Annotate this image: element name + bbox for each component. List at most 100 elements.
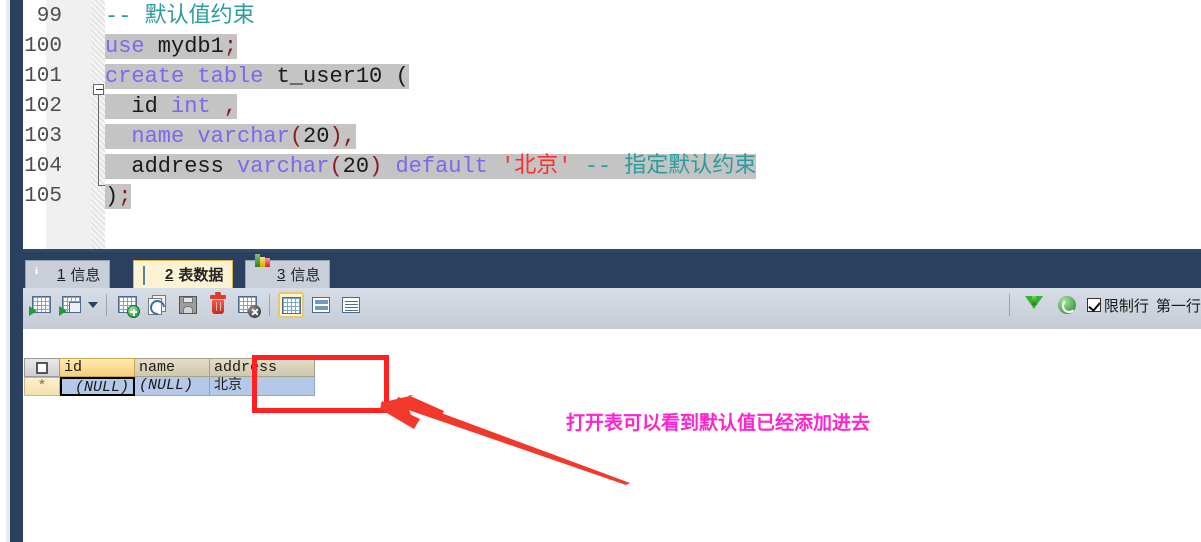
code-token: ) (105, 184, 119, 209)
discard-changes-button[interactable] (235, 292, 261, 318)
filter-button[interactable] (1021, 292, 1047, 318)
code-token: ) (329, 124, 343, 149)
code-token: -- 默认值约束 (105, 4, 255, 29)
refresh-icon (1057, 296, 1076, 314)
result-tab-strip[interactable]: 1 信息 2 表数据 3 信息 (23, 254, 1201, 288)
code-token: t_user10 ( (263, 64, 409, 89)
line-number: 102 (24, 95, 62, 118)
code-lines[interactable]: 99 -- 默认值约束 100 use mydb1; 101 create table t… (23, 0, 1201, 249)
fold-range-line (98, 95, 99, 185)
code-token: 20 (303, 124, 330, 149)
tab-label: 表数据 (178, 267, 224, 284)
editor-bottom-border (23, 249, 1201, 258)
code-token: default (395, 154, 488, 179)
code-text[interactable]: id int , (105, 92, 238, 122)
fold-range-end (98, 185, 105, 186)
limit-rows-label: 限制行 (1103, 297, 1149, 315)
tab-label: 信息 (70, 267, 101, 284)
add-record-button[interactable] (115, 292, 141, 318)
code-text[interactable]: ); (105, 182, 132, 212)
code-token: name (105, 124, 198, 149)
code-token: ; (223, 34, 238, 59)
first-row-label: 第一行: (1155, 297, 1201, 315)
tab-label: 信息 (290, 267, 321, 284)
save-record-button[interactable] (175, 292, 201, 318)
code-token: varchar (197, 124, 290, 149)
code-token: int (171, 94, 211, 119)
green-arrow-icon (59, 306, 67, 316)
code-token: ) (369, 154, 383, 179)
trash-lid (210, 292, 226, 299)
code-token (382, 154, 396, 179)
tab-accelerator: 1 (57, 266, 66, 283)
result-toolbar[interactable]: 限制行 第一行: (23, 288, 1201, 330)
code-token: ( (329, 154, 343, 179)
toolbar-separator (106, 294, 107, 316)
code-token: -- 指定默认约束 (571, 154, 757, 179)
funnel-filter-icon (1024, 296, 1043, 309)
green-arrow-icon (29, 306, 37, 316)
grid-view-icon (282, 297, 301, 314)
row-marker[interactable]: * (24, 377, 60, 396)
code-text[interactable]: address varchar(20) default '北京' -- 指定默认… (105, 152, 757, 182)
view-text-button[interactable] (338, 292, 364, 318)
tab-信息-3[interactable]: 3 信息 (245, 254, 331, 288)
grid-insert-record-button[interactable] (29, 292, 55, 318)
chevron-down-icon[interactable] (88, 302, 98, 308)
code-token: , (223, 94, 238, 119)
toolbar-separator (1008, 294, 1010, 316)
annotation-note: 打开表可以看到默认值已经添加进去 (566, 412, 871, 434)
code-token: varchar (237, 154, 330, 179)
toolbar-right-group[interactable]: 限制行 第一行: (1005, 292, 1201, 318)
cell-id[interactable]: (NULL) (60, 377, 135, 396)
line-number: 100 (24, 35, 62, 58)
sql-editor[interactable]: 99 -- 默认值约束 100 use mydb1; 101 create table t… (23, 0, 1201, 249)
code-token: ; (118, 184, 132, 209)
line-number: 99 (36, 5, 62, 28)
code-token: ( (289, 124, 304, 149)
line-number: 104 (24, 155, 62, 178)
code-token (210, 94, 224, 119)
code-text[interactable]: create table t_user10 ( (105, 62, 409, 92)
tab-accelerator: 2 (165, 266, 174, 283)
toolbar-left-group[interactable] (29, 292, 364, 319)
fold-collapse-icon[interactable] (93, 84, 104, 95)
line-number: 105 (24, 185, 62, 208)
refresh-button[interactable] (1054, 292, 1080, 318)
toolbar-separator (269, 294, 270, 316)
select-all-cell[interactable] (24, 358, 60, 377)
code-token: use (105, 34, 145, 59)
duplicate-record-button[interactable] (145, 292, 171, 319)
code-token: id (105, 94, 172, 119)
line-number: 101 (24, 65, 62, 88)
grid-open-form-button[interactable] (59, 292, 85, 318)
tab-信息-1[interactable]: 1 信息 (25, 260, 111, 288)
code-token: 20 (342, 154, 370, 179)
view-form-button[interactable] (308, 292, 334, 318)
tab-表数据-2[interactable]: 2 表数据 (133, 260, 234, 288)
tab-accelerator: 3 (277, 266, 286, 283)
code-text[interactable]: -- 默认值约束 (105, 2, 255, 32)
profile-chart-icon (255, 254, 272, 282)
form-view-icon (312, 297, 330, 313)
text-view-icon (342, 297, 360, 313)
checkbox-checked-icon[interactable] (1086, 298, 1101, 312)
select-all-checkbox-icon[interactable] (36, 361, 48, 374)
table-grid-icon (143, 266, 160, 285)
column-header-id[interactable]: id (60, 358, 135, 377)
plus-badge-icon (127, 305, 140, 318)
delete-record-button[interactable] (205, 292, 231, 318)
trash-can (212, 300, 224, 314)
code-text[interactable]: use mydb1; (105, 32, 238, 62)
limit-rows-checkbox[interactable]: 限制行 (1086, 295, 1149, 316)
window-overlay-icon (69, 302, 81, 313)
view-grid-button[interactable] (278, 292, 304, 318)
column-header-name[interactable]: name (135, 358, 210, 377)
code-text[interactable]: name varchar(20), (105, 122, 356, 152)
highlight-rectangle (252, 355, 389, 413)
code-token: mydb1 (144, 34, 224, 59)
cancel-badge-icon (248, 305, 261, 318)
cell-name[interactable]: (NULL) (135, 377, 210, 396)
code-token: address (105, 154, 238, 179)
code-token: '北京' (487, 154, 572, 179)
